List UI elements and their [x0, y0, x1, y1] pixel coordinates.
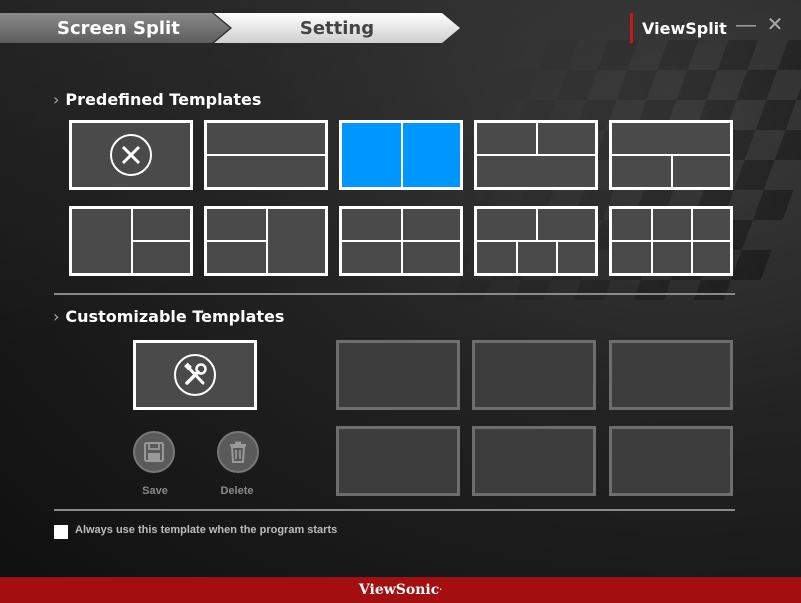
save-label: Save	[142, 485, 168, 497]
section-divider	[54, 293, 735, 295]
tab-screen-split[interactable]: Screen Split	[0, 13, 230, 43]
custom-template-slot[interactable]	[609, 340, 733, 410]
edit-template-button[interactable]	[133, 340, 257, 410]
save-icon	[144, 442, 164, 462]
cancel-icon	[110, 134, 152, 176]
footer-bar: ViewSonic.	[0, 577, 801, 603]
template-top-two-bottom-one[interactable]	[474, 120, 598, 190]
footer-brand: ViewSonic	[358, 582, 440, 598]
template-top-two-bottom-three[interactable]	[474, 206, 598, 276]
chevron-right-icon: ›	[53, 307, 60, 326]
tab-screen-split-label: Screen Split	[57, 17, 180, 39]
template-top-one-bottom-two[interactable]	[609, 120, 733, 190]
customizable-templates-heading: › Customizable Templates	[53, 307, 284, 326]
custom-template-slot[interactable]	[336, 426, 460, 496]
customizable-templates-title: Customizable Templates	[65, 307, 285, 326]
section-divider	[54, 509, 735, 511]
tools-icon	[174, 354, 216, 396]
custom-template-slot[interactable]	[472, 340, 596, 410]
startup-template-checkbox[interactable]	[54, 525, 68, 539]
close-button[interactable]: ✕	[765, 14, 785, 36]
predefined-templates-heading: › Predefined Templates	[53, 90, 261, 109]
close-icon: ✕	[766, 14, 784, 36]
custom-template-slot[interactable]	[472, 426, 596, 496]
custom-template-slot[interactable]	[336, 340, 460, 410]
chevron-right-icon: ›	[53, 90, 60, 109]
tab-setting[interactable]: Setting	[214, 13, 460, 43]
startup-template-label: Always use this template when the progra…	[75, 524, 338, 536]
template-none[interactable]	[69, 120, 193, 190]
footer-trademark: .	[439, 582, 443, 592]
template-two-column[interactable]	[339, 120, 463, 190]
save-button[interactable]	[133, 431, 175, 473]
minimize-icon: —	[736, 14, 756, 36]
delete-label: Delete	[220, 485, 254, 497]
delete-button[interactable]	[217, 431, 259, 473]
tab-setting-label: Setting	[299, 17, 375, 39]
app-brand-label: ViewSplit	[642, 18, 727, 38]
template-two-row[interactable]	[204, 120, 328, 190]
template-grid-3x2[interactable]	[609, 206, 733, 276]
app-brand: ViewSplit	[630, 13, 727, 43]
custom-template-slot[interactable]	[609, 426, 733, 496]
minimize-button[interactable]: —	[736, 14, 756, 36]
predefined-templates-title: Predefined Templates	[65, 90, 262, 109]
template-left-one-right-two[interactable]	[69, 206, 193, 276]
trash-icon	[230, 441, 246, 463]
template-left-two-right-one[interactable]	[204, 206, 328, 276]
template-grid-2x2[interactable]	[339, 206, 463, 276]
